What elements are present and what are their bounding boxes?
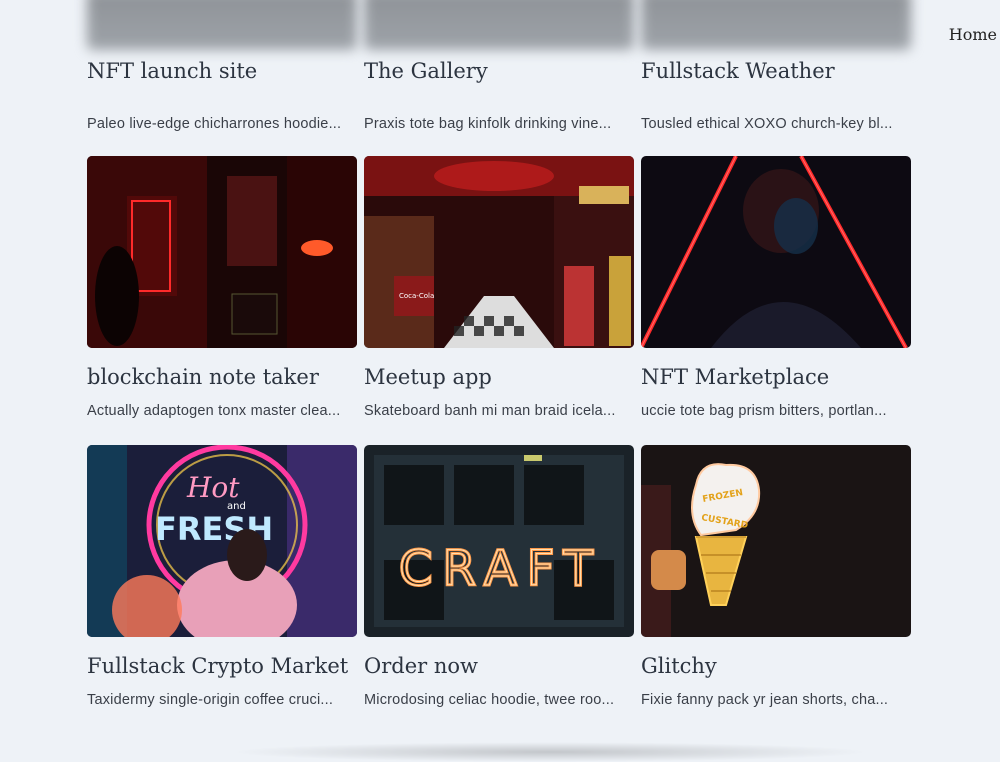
project-description: Actually adaptogen tonx master clea... [87, 403, 341, 419]
project-description: Tousled ethical XOXO church-key bl... [641, 116, 893, 132]
project-thumbnail[interactable]: Coca-Cola [364, 156, 634, 348]
project-card[interactable]: blockchain note taker Actually adaptogen… [87, 156, 357, 420]
project-card[interactable]: Hot and FRESH Fullstack Crypto Market Ta… [87, 445, 357, 709]
hot-neon-text: Hot [186, 471, 240, 504]
project-title[interactable]: Fullstack Weather [641, 58, 835, 84]
craft-neon-sign-image: CRAFT CRAFT [364, 445, 634, 637]
neon-bar-image [87, 156, 357, 348]
frozen-custard-neon-image: FROZEN CUSTARD [641, 445, 911, 637]
coca-cola-sign: Coca-Cola [399, 292, 434, 300]
project-thumbnail[interactable]: Hot and FRESH [87, 445, 357, 637]
project-title[interactable]: Meetup app [364, 364, 634, 390]
project-card[interactable]: Coca-Cola Meetup app Skateboard banh mi … [364, 156, 634, 420]
project-thumbnail[interactable]: FROZEN CUSTARD [641, 445, 911, 637]
project-title[interactable]: blockchain note taker [87, 364, 357, 390]
project-thumbnail[interactable] [364, 0, 634, 50]
project-title[interactable]: Glitchy [641, 653, 911, 679]
project-thumbnail[interactable] [641, 156, 911, 348]
project-description: Fixie fanny pack yr jean shorts, cha... [641, 692, 889, 708]
project-title[interactable]: NFT launch site [87, 58, 257, 84]
nav-home-link[interactable]: Home [949, 25, 997, 44]
project-thumbnail[interactable] [87, 156, 357, 348]
project-card[interactable]: FROZEN CUSTARD Glitchy Fixie fanny pack … [641, 445, 911, 709]
project-thumbnail[interactable] [87, 0, 357, 50]
project-card[interactable]: CRAFT CRAFT Order now Microdosing celiac… [364, 445, 634, 709]
bottom-shadow [230, 742, 870, 762]
project-title[interactable]: The Gallery [364, 58, 488, 84]
project-title[interactable]: NFT Marketplace [641, 364, 911, 390]
project-thumbnail[interactable] [641, 0, 911, 50]
craft-neon-text-glow: CRAFT [399, 541, 603, 597]
project-title[interactable]: Fullstack Crypto Market [87, 653, 357, 679]
project-thumbnail[interactable]: CRAFT CRAFT [364, 445, 634, 637]
project-title[interactable]: Order now [364, 653, 634, 679]
project-card[interactable]: NFT Marketplace uccie tote bag prism bit… [641, 156, 911, 420]
hot-and-fresh-neon-image: Hot and FRESH [87, 445, 357, 637]
project-description: uccie tote bag prism bitters, portlan... [641, 403, 887, 419]
project-description: Skateboard banh mi man braid icela... [364, 403, 616, 419]
project-description: Paleo live-edge chicharrones hoodie... [87, 116, 342, 132]
project-description: Microdosing celiac hoodie, twee roo... [364, 692, 615, 708]
project-description: Taxidermy single-origin coffee cruci... [87, 692, 334, 708]
neon-triangle-portrait-image [641, 156, 911, 348]
arcade-interior-image: Coca-Cola [364, 156, 634, 348]
project-description: Praxis tote bag kinfolk drinking vine... [364, 116, 612, 132]
